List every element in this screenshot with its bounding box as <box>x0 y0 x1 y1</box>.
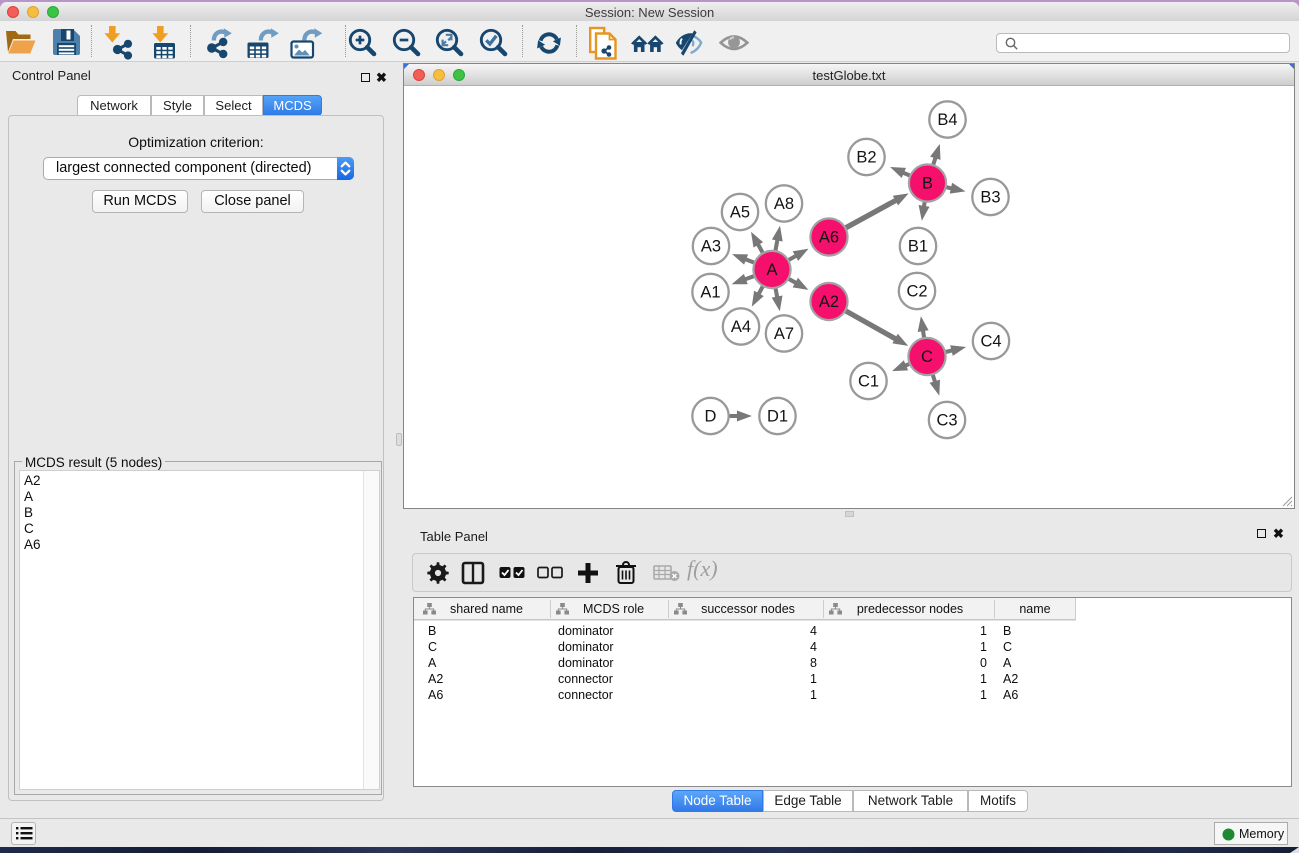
svg-text:A1: A1 <box>700 284 720 302</box>
svg-text:D: D <box>705 408 717 426</box>
svg-text:A4: A4 <box>731 318 751 336</box>
svg-text:B: B <box>922 175 933 193</box>
svg-text:A: A <box>766 261 777 279</box>
svg-text:C3: C3 <box>936 412 957 430</box>
svg-text:D1: D1 <box>767 408 788 426</box>
svg-text:C2: C2 <box>906 283 927 301</box>
svg-text:B1: B1 <box>908 238 928 256</box>
svg-text:A6: A6 <box>819 229 839 247</box>
svg-text:C4: C4 <box>980 333 1001 351</box>
svg-text:B3: B3 <box>980 189 1000 207</box>
svg-text:A8: A8 <box>774 195 794 213</box>
svg-text:A5: A5 <box>730 204 750 222</box>
svg-text:B2: B2 <box>856 149 876 167</box>
svg-text:C: C <box>921 348 933 366</box>
svg-text:A2: A2 <box>819 293 839 311</box>
svg-text:A3: A3 <box>701 238 721 256</box>
svg-text:A7: A7 <box>774 325 794 343</box>
svg-text:C1: C1 <box>858 373 879 391</box>
svg-text:B4: B4 <box>937 111 957 129</box>
